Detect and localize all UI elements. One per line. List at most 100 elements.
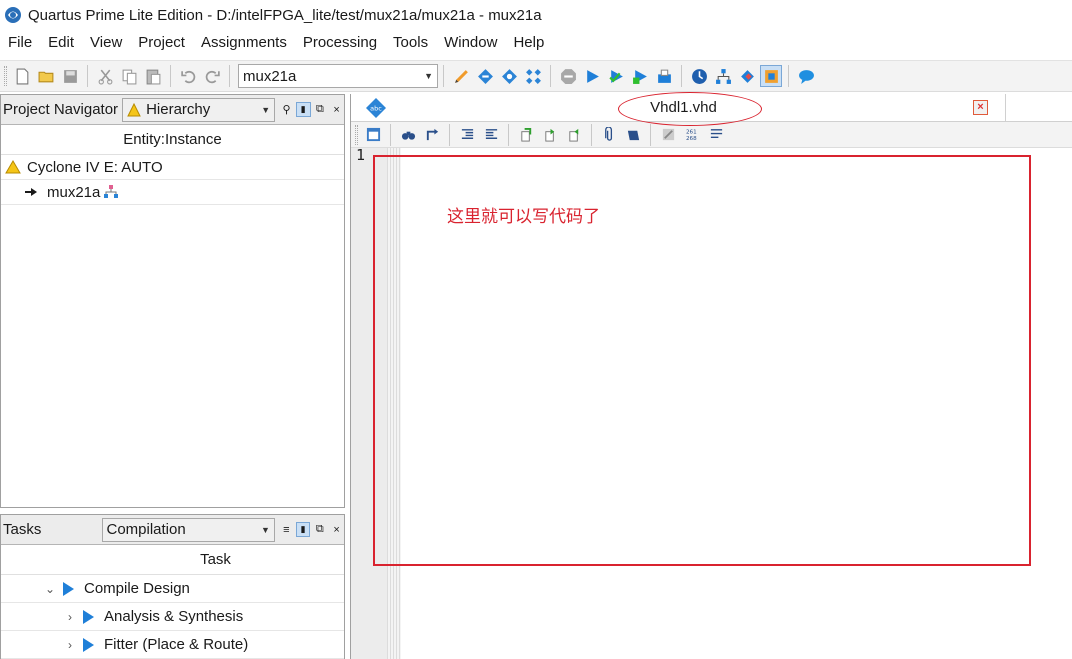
timing-analyzer-icon[interactable] [688,65,710,87]
tasks-title: Tasks [3,521,42,538]
chevron-down-icon: ▼ [261,104,271,115]
title-bar: Quartus Prime Lite Edition - D:/intelFPG… [0,0,1072,30]
indent-icon[interactable] [456,124,478,146]
compilation-dropdown[interactable]: Compilation ▼ [101,517,275,542]
chevron-right-icon[interactable]: › [63,610,77,624]
play-icon[interactable] [83,637,94,652]
toolbar-separator [170,65,171,87]
programmer-icon[interactable] [736,65,758,87]
task-row-fitter[interactable]: › Fitter (Place & Route) [1,631,344,659]
svg-text:268: 268 [685,136,696,142]
play-icon[interactable] [63,581,74,596]
editor-window-icon[interactable] [362,124,384,146]
line-number: 1 [356,146,366,164]
save-icon[interactable] [59,65,81,87]
hierarchy-tree-icon [104,185,119,198]
menu-edit[interactable]: Edit [40,30,82,56]
editor-tab-vhdl1[interactable]: abc Vhdl1.vhd × [361,92,1006,126]
device-label: Cyclone IV E: AUTO [27,158,163,176]
chip-planner-icon[interactable] [522,65,544,87]
hierarchy-value: Hierarchy [146,101,211,118]
top-entity-label: mux21a [47,183,101,201]
assignment-editor-icon[interactable] [474,65,496,87]
pin-planner-icon[interactable] [498,65,520,87]
close-icon[interactable]: × [329,522,344,537]
device-row[interactable]: Cyclone IV E: AUTO [1,155,344,180]
list-menu-icon[interactable]: ≡ [279,522,294,537]
task-row-analysis-synthesis[interactable]: › Analysis & Synthesis [1,603,344,631]
find-binoculars-icon[interactable] [397,124,419,146]
menu-tools[interactable]: Tools [385,30,436,56]
toolbar-separator [87,65,88,87]
open-folder-icon[interactable] [35,65,57,87]
insert-template-icon[interactable] [622,124,644,146]
assembler-icon[interactable] [653,65,675,87]
redo-icon[interactable] [201,65,223,87]
stop-icon[interactable] [557,65,579,87]
start-compilation-icon[interactable] [581,65,603,87]
toolbar-separator [449,123,450,146]
comment-toggle-icon[interactable] [657,124,679,146]
netlist-viewer-icon[interactable] [712,65,734,87]
new-file-icon[interactable] [11,65,33,87]
task-label: Fitter (Place & Route) [104,636,249,653]
toolbar-separator [550,65,551,87]
chevron-down-icon: ▼ [424,71,433,81]
main-toolbar: mux21a ▼ [0,60,1072,92]
toolbar-separator [681,65,682,87]
menu-processing[interactable]: Processing [295,30,385,56]
toolbar-grip[interactable] [4,66,7,86]
chat-bubble-icon[interactable] [795,65,817,87]
close-icon[interactable]: × [329,102,344,117]
cut-icon[interactable] [94,65,116,87]
toolbar-separator [591,123,592,146]
analysis-synthesis-icon[interactable] [605,65,627,87]
menu-help[interactable]: Help [505,30,552,56]
undo-icon[interactable] [177,65,199,87]
chevron-down-icon[interactable]: ⌄ [43,582,57,596]
column-header-entity[interactable]: Entity:Instance [1,125,344,155]
float-window-icon[interactable]: ⧉ [312,522,327,537]
toolbar-separator [443,65,444,87]
bookmark-next-icon[interactable] [539,124,561,146]
float-window-icon[interactable]: ⧉ [313,102,328,117]
menu-file[interactable]: File [0,30,40,56]
bookmark-toggle-icon[interactable] [515,124,537,146]
word-wrap-icon[interactable] [705,124,727,146]
menu-project[interactable]: Project [130,30,193,56]
pin-icon[interactable]: ▮ [295,102,311,117]
bookmark-prev-icon[interactable] [563,124,585,146]
task-row-compile-design[interactable]: ⌄ Compile Design [1,575,344,603]
compilation-value: Compilation [106,521,186,538]
svg-text:261: 261 [685,130,696,136]
paste-icon[interactable] [142,65,164,87]
editor-toolbar: 261 268 [351,122,1072,148]
toolbar-grip[interactable] [355,124,358,145]
search-icon[interactable]: ⚲ [279,102,294,117]
menu-view[interactable]: View [82,30,130,56]
hierarchy-dropdown[interactable]: Hierarchy ▼ [122,97,276,122]
column-header-task[interactable]: Task [1,545,344,575]
platform-designer-icon[interactable] [760,65,782,87]
play-icon[interactable] [83,609,94,624]
unindent-icon[interactable] [480,124,502,146]
text-editor: abc Vhdl1.vhd × 261 268 1 这里就可以写代码了 [350,92,1072,659]
toolbar-separator [229,65,230,87]
attach-paperclip-icon[interactable] [598,124,620,146]
chevron-right-icon[interactable]: › [63,638,77,652]
revision-dropdown[interactable]: mux21a ▼ [238,64,438,88]
find-next-icon[interactable] [421,124,443,146]
top-entity-row[interactable]: mux21a [1,180,344,205]
copy-icon[interactable] [118,65,140,87]
toolbar-separator [390,123,391,146]
task-label: Analysis & Synthesis [104,608,244,625]
pin-icon[interactable]: ▮ [295,522,311,537]
fitter-icon[interactable] [629,65,651,87]
toolbar-separator [788,65,789,87]
menu-window[interactable]: Window [436,30,505,56]
settings-pencil-icon[interactable] [450,65,472,87]
project-navigator-panel: Project Navigator Hierarchy ▼ ⚲ ▮ ⧉ × En… [0,94,345,508]
line-numbers-icon[interactable]: 261 268 [681,124,703,146]
close-tab-icon[interactable]: × [973,100,988,115]
menu-assignments[interactable]: Assignments [193,30,295,56]
